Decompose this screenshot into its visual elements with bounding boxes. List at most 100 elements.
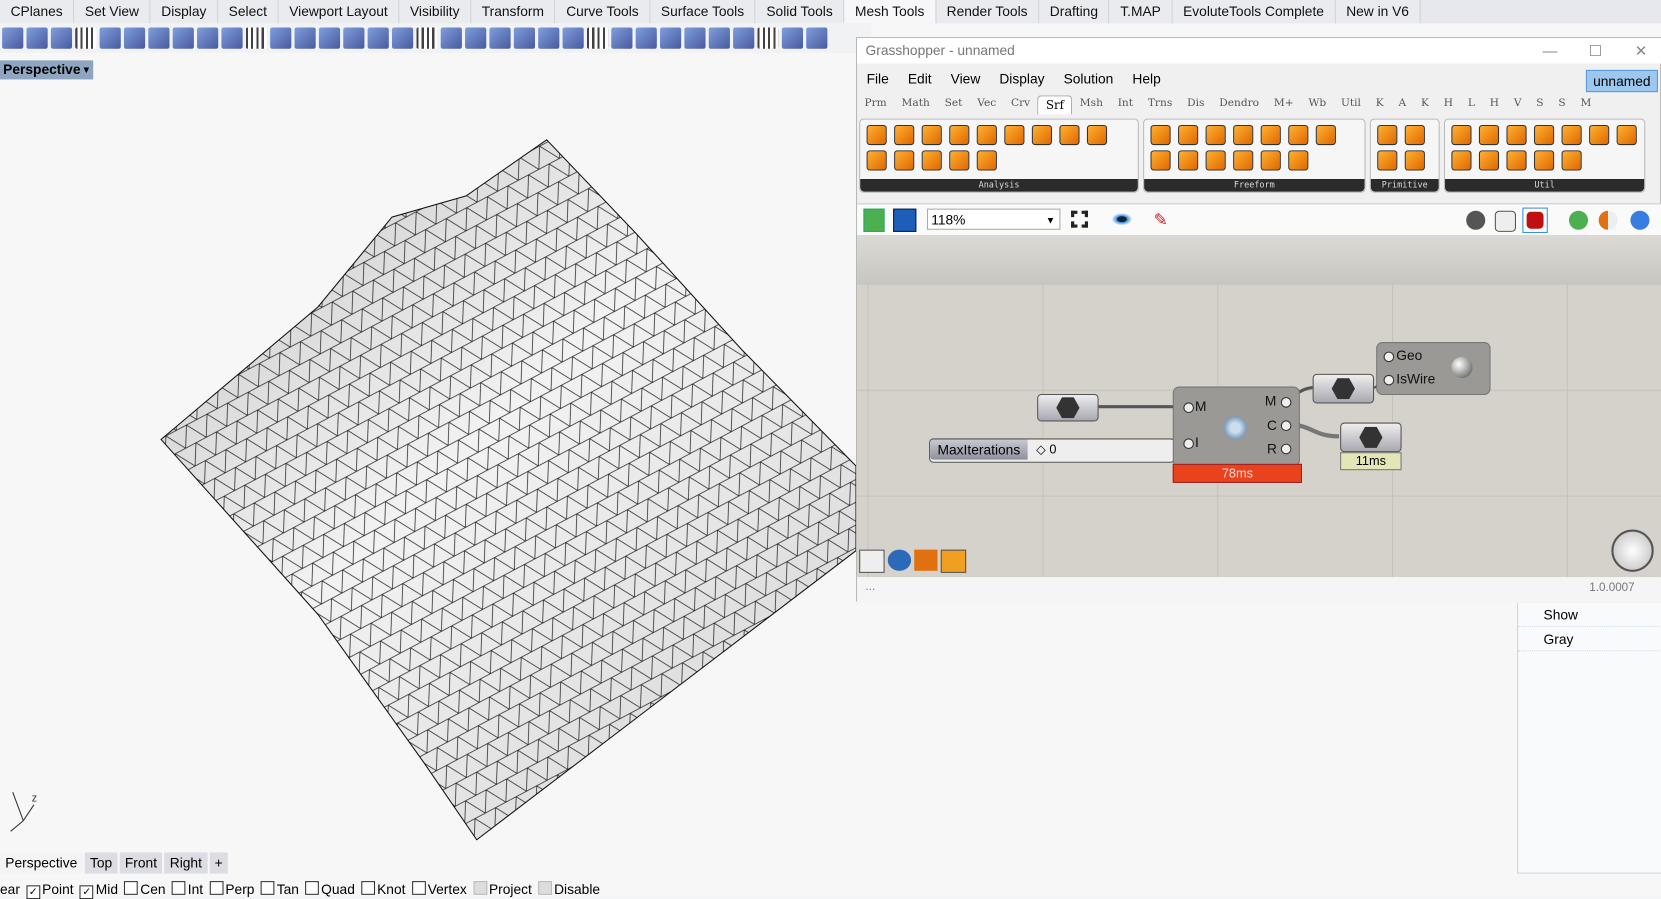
component-icon[interactable] (1233, 150, 1254, 171)
ribbon-tab-new-in-v6[interactable]: New in V6 (1335, 0, 1421, 24)
category-tab[interactable]: Prm (857, 95, 894, 114)
component-icon[interactable] (1377, 124, 1398, 146)
checkbox[interactable] (473, 881, 487, 895)
component-icon[interactable] (1150, 150, 1171, 171)
ribbon-tab-select[interactable]: Select (218, 0, 279, 24)
maxiterations-slider[interactable]: MaxIterations ◇ 0 (929, 438, 1175, 463)
toolbar-tool-icon[interactable] (513, 27, 535, 49)
ribbon-tab-set-view[interactable]: Set View (74, 0, 151, 24)
osnap-knot[interactable]: Knot (361, 881, 405, 899)
ribbon-tab-evolutetools-complete[interactable]: EvoluteTools Complete (1172, 0, 1336, 24)
category-tab[interactable]: H (1482, 95, 1506, 114)
ribbon-tab-visibility[interactable]: Visibility (399, 0, 472, 24)
component-icon[interactable] (1315, 124, 1336, 146)
minimize-button[interactable]: — (1529, 38, 1571, 63)
menu-solution[interactable]: Solution (1054, 68, 1123, 91)
component-icon[interactable] (894, 124, 915, 146)
toolbar-tool-icon[interactable] (123, 27, 146, 49)
category-tab[interactable]: Crv (1004, 95, 1038, 114)
component-icon[interactable] (949, 124, 970, 146)
mesh-settings-icon[interactable] (1568, 210, 1589, 230)
preview-selected-button[interactable] (1522, 207, 1548, 233)
component-icon[interactable] (1404, 124, 1425, 146)
panel-label[interactable]: Primitive (1370, 178, 1439, 192)
component-icon[interactable] (949, 150, 970, 171)
menu-display[interactable]: Display (990, 68, 1054, 91)
mesh-output-component[interactable] (1312, 373, 1375, 404)
slider-value[interactable]: ◇ 0 (1036, 442, 1056, 457)
component-icon[interactable] (921, 150, 942, 171)
osnap-mid[interactable]: ✓ Mid (79, 881, 118, 899)
material-icon[interactable] (1598, 210, 1618, 230)
menu-view[interactable]: View (941, 68, 990, 91)
category-tab[interactable]: K (1368, 95, 1391, 114)
toolbar-tool-icon[interactable] (806, 27, 828, 49)
preview-eye-icon[interactable] (1111, 212, 1133, 226)
ribbon-tab-solid-tools[interactable]: Solid Tools (755, 0, 845, 24)
curve-output-component[interactable] (1340, 422, 1402, 453)
toolbar-tool-icon[interactable] (294, 27, 316, 49)
category-tab[interactable]: Math (894, 95, 937, 114)
menu-file[interactable]: File (857, 68, 898, 91)
add-viewport-tab-button[interactable]: + (209, 852, 228, 874)
category-tab[interactable]: Srf (1037, 95, 1073, 115)
category-tab[interactable]: M+ (1266, 95, 1301, 114)
category-tab[interactable]: L (1460, 95, 1482, 114)
osnap-point[interactable]: ✓ Point (26, 881, 74, 899)
toolbar-tool-icon[interactable] (2, 27, 24, 49)
component-icon[interactable] (1288, 124, 1309, 146)
component-icon[interactable] (1534, 150, 1555, 171)
preview-wire-icon[interactable] (1466, 210, 1486, 230)
menu-help[interactable]: Help (1123, 68, 1170, 91)
category-tab[interactable]: M (1573, 95, 1599, 114)
component-icon[interactable] (1260, 124, 1281, 146)
category-tab[interactable]: Wb (1301, 95, 1334, 114)
category-tab[interactable]: Vec (970, 95, 1004, 114)
osnap-perp[interactable]: Perp (209, 881, 254, 899)
viewport-label[interactable]: Perspective ▼ (0, 60, 94, 80)
panel-item-show[interactable]: Show (1518, 603, 1661, 627)
component-icon[interactable] (1451, 124, 1472, 146)
category-tab[interactable]: Dendro (1212, 95, 1267, 114)
component-icon[interactable] (1404, 150, 1425, 171)
category-tab[interactable]: Int (1110, 95, 1140, 114)
toolbar-tool-icon[interactable] (440, 27, 462, 49)
component-icon[interactable] (894, 150, 915, 171)
toolbar-tool-icon[interactable] (221, 27, 243, 49)
category-tab[interactable]: A (1391, 95, 1413, 114)
component-icon[interactable] (1288, 150, 1309, 171)
checkbox[interactable] (411, 881, 426, 895)
preview-shaded-icon[interactable] (1494, 210, 1517, 232)
toolbar-tool-icon[interactable] (245, 27, 267, 49)
menu-edit[interactable]: Edit (898, 68, 941, 91)
component-icon[interactable] (1233, 124, 1254, 146)
component-icon[interactable] (1086, 124, 1108, 146)
toolbar-tool-icon[interactable] (611, 27, 633, 49)
toolbar-tool-icon[interactable] (367, 27, 389, 49)
component-icon[interactable] (1059, 124, 1080, 146)
ribbon-tab-display[interactable]: Display (150, 0, 219, 24)
ribbon-tab-drafting[interactable]: Drafting (1039, 0, 1110, 24)
viewport-tab-right[interactable]: Right (164, 852, 208, 874)
bake-icon[interactable] (859, 549, 885, 573)
toolbar-tool-icon[interactable] (416, 27, 438, 49)
toolbar-tool-icon[interactable] (465, 27, 487, 49)
component-icon[interactable] (1205, 150, 1226, 171)
maximize-button[interactable]: ☐ (1574, 38, 1616, 63)
category-tab[interactable]: Msh (1072, 95, 1110, 114)
category-tab[interactable]: Dis (1180, 95, 1212, 114)
component-icon[interactable] (921, 124, 942, 146)
category-tab[interactable]: Trns (1140, 95, 1179, 114)
component-icon[interactable] (866, 124, 887, 146)
ribbon-tab-curve-tools[interactable]: Curve Tools (555, 0, 651, 24)
display-icon[interactable] (1630, 210, 1650, 230)
component-icon[interactable] (1506, 150, 1527, 171)
chevron-down-icon[interactable]: ▼ (82, 60, 91, 79)
checkbox[interactable] (538, 881, 552, 895)
component-icon[interactable] (866, 150, 887, 171)
ribbon-tab-cplanes[interactable]: CPlanes (0, 0, 75, 24)
toolbar-tool-icon[interactable] (343, 27, 365, 49)
toolbar-tool-icon[interactable] (148, 27, 170, 49)
checkbox[interactable] (305, 881, 320, 895)
checkbox[interactable] (209, 881, 224, 895)
